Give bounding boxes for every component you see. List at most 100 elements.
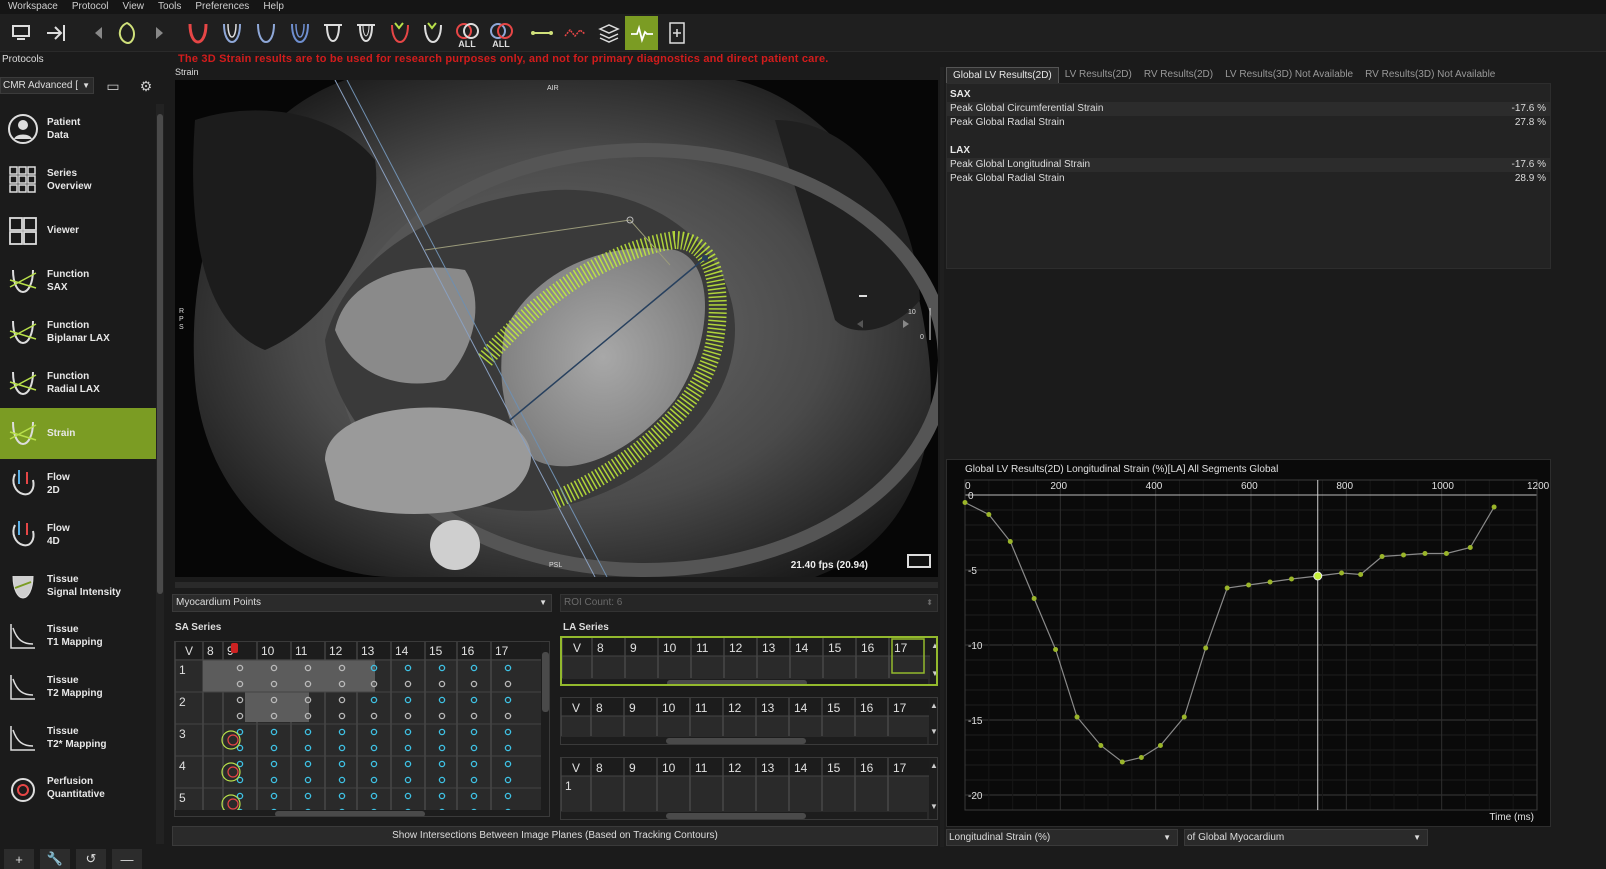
valve-plane-icon[interactable]: [318, 16, 348, 50]
show-intersections-button[interactable]: Show Intersections Between Image Planes …: [172, 826, 938, 846]
la-column-header[interactable]: 17: [894, 641, 908, 655]
slice-marker[interactable]: [470, 776, 478, 784]
slice-marker[interactable]: [504, 760, 512, 768]
la-column-header[interactable]: 12: [729, 641, 743, 655]
la-column-header[interactable]: 14: [794, 701, 808, 715]
slice-marker[interactable]: [438, 712, 446, 720]
data-point[interactable]: [1203, 645, 1209, 651]
next-arrow-icon[interactable]: [144, 16, 174, 50]
data-point[interactable]: [962, 500, 968, 505]
slice-marker[interactable]: [370, 760, 378, 768]
protocol-step-series-overview[interactable]: Series Overview: [0, 155, 157, 206]
protocol-step-tissue-t2-mapping[interactable]: Tissue T2* Mapping: [0, 712, 157, 763]
slice-marker[interactable]: [404, 664, 412, 672]
la-column-header[interactable]: 8: [596, 701, 603, 715]
slice-marker[interactable]: [504, 680, 512, 688]
heart-red-icon[interactable]: [385, 16, 415, 50]
la-series-block-3[interactable]: V 8 9 10 11 12 13 14 15 16 17 1 ▲ ▼: [560, 757, 938, 820]
la-hscroll-thumb[interactable]: [666, 738, 806, 744]
sa-column-header[interactable]: 15: [429, 644, 443, 658]
la-column-header[interactable]: 10: [662, 701, 676, 715]
steps-scrollbar[interactable]: [156, 104, 164, 844]
protocol-settings-button[interactable]: ⚙: [134, 76, 158, 96]
slice-marker[interactable]: [270, 728, 278, 736]
la-column-header[interactable]: V: [572, 761, 580, 775]
data-point[interactable]: [1074, 714, 1080, 720]
data-point[interactable]: [1267, 579, 1273, 585]
protocol-step-flow-4d[interactable]: Flow 4D: [0, 510, 157, 561]
scroll-up-icon[interactable]: ▲: [930, 701, 938, 710]
la-column-header[interactable]: 12: [728, 701, 742, 715]
slice-marker[interactable]: [236, 712, 244, 720]
scroll-down-icon[interactable]: ▼: [931, 669, 938, 678]
data-point[interactable]: [1289, 576, 1295, 582]
la-column-header[interactable]: 9: [629, 701, 636, 715]
slice-marker[interactable]: [470, 728, 478, 736]
la-column-header[interactable]: 13: [761, 761, 775, 775]
protocol-step-function-biplanar-lax[interactable]: Function Biplanar LAX: [0, 307, 157, 358]
la-hscroll-thumb[interactable]: [666, 813, 806, 819]
la-column-header[interactable]: 9: [629, 761, 636, 775]
data-point[interactable]: [1422, 551, 1428, 556]
data-point[interactable]: [1491, 504, 1497, 510]
slice-marker[interactable]: [504, 712, 512, 720]
tab-global-lv-results-2d[interactable]: Global LV Results(2D): [946, 67, 1059, 83]
tab-lv-results-2d[interactable]: LV Results(2D): [1059, 67, 1138, 83]
slice-marker[interactable]: [504, 776, 512, 784]
data-point[interactable]: [1157, 743, 1163, 748]
import-arrow-icon[interactable]: [41, 16, 71, 50]
add-report-icon[interactable]: [662, 16, 692, 50]
prev-arrow-icon[interactable]: [84, 16, 114, 50]
data-point[interactable]: [1379, 554, 1385, 559]
slice-marker[interactable]: [504, 664, 512, 672]
la-column-header[interactable]: 8: [597, 641, 604, 655]
slice-marker[interactable]: [438, 744, 446, 752]
tab-rv-results-2d[interactable]: RV Results(2D): [1138, 67, 1219, 83]
data-point[interactable]: [1443, 551, 1449, 556]
data-point[interactable]: [1467, 545, 1473, 550]
data-point[interactable]: [1098, 743, 1104, 748]
blue-contour-3-icon[interactable]: [285, 16, 315, 50]
data-point[interactable]: [1138, 755, 1144, 760]
protocol-step-function-sax[interactable]: Function SAX: [0, 256, 157, 307]
polyline-icon[interactable]: [560, 16, 590, 50]
tools-button[interactable]: 🔧: [40, 849, 70, 869]
line-measure-icon[interactable]: [527, 16, 557, 50]
la-column-header[interactable]: 11: [695, 761, 708, 775]
planes-icon[interactable]: [594, 16, 624, 50]
slice-marker[interactable]: [370, 792, 378, 800]
la-hscroll-thumb[interactable]: [667, 680, 807, 686]
la-column-header[interactable]: 12: [728, 761, 742, 775]
menu-protocol[interactable]: Protocol: [72, 0, 109, 14]
protocol-step-tissue-signal-intensity[interactable]: Tissue Signal Intensity: [0, 560, 157, 611]
slice-marker[interactable]: [270, 760, 278, 768]
slice-marker[interactable]: [438, 696, 446, 704]
remove-step-button[interactable]: —: [112, 849, 142, 869]
slice-marker[interactable]: [438, 776, 446, 784]
slice-marker[interactable]: [438, 760, 446, 768]
data-point[interactable]: [1119, 759, 1125, 765]
slice-marker[interactable]: [338, 744, 346, 752]
protocol-select[interactable]: CMR Advanced [▼: [0, 77, 94, 94]
slice-marker[interactable]: [338, 776, 346, 784]
slice-marker[interactable]: [404, 792, 412, 800]
valve-plane-2-icon[interactable]: [351, 16, 381, 50]
contour-thumbnail[interactable]: [221, 762, 241, 782]
protocol-step-viewer[interactable]: Viewer: [0, 205, 157, 256]
sa-column-header[interactable]: 17: [495, 644, 509, 658]
slice-marker[interactable]: [404, 712, 412, 720]
scroll-down-icon[interactable]: ▼: [930, 727, 938, 736]
slice-marker[interactable]: [404, 744, 412, 752]
menu-preferences[interactable]: Preferences: [195, 0, 249, 14]
menu-workspace[interactable]: Workspace: [8, 0, 58, 14]
reset-button[interactable]: ↺: [76, 849, 106, 869]
slice-marker[interactable]: [304, 744, 312, 752]
slice-marker[interactable]: [438, 792, 446, 800]
slice-marker[interactable]: [470, 696, 478, 704]
slice-marker[interactable]: [270, 776, 278, 784]
red-contour-icon[interactable]: [183, 16, 213, 50]
slice-marker[interactable]: [438, 680, 446, 688]
la-column-header[interactable]: V: [572, 701, 580, 715]
slice-marker[interactable]: [370, 728, 378, 736]
slice-marker[interactable]: [470, 792, 478, 800]
